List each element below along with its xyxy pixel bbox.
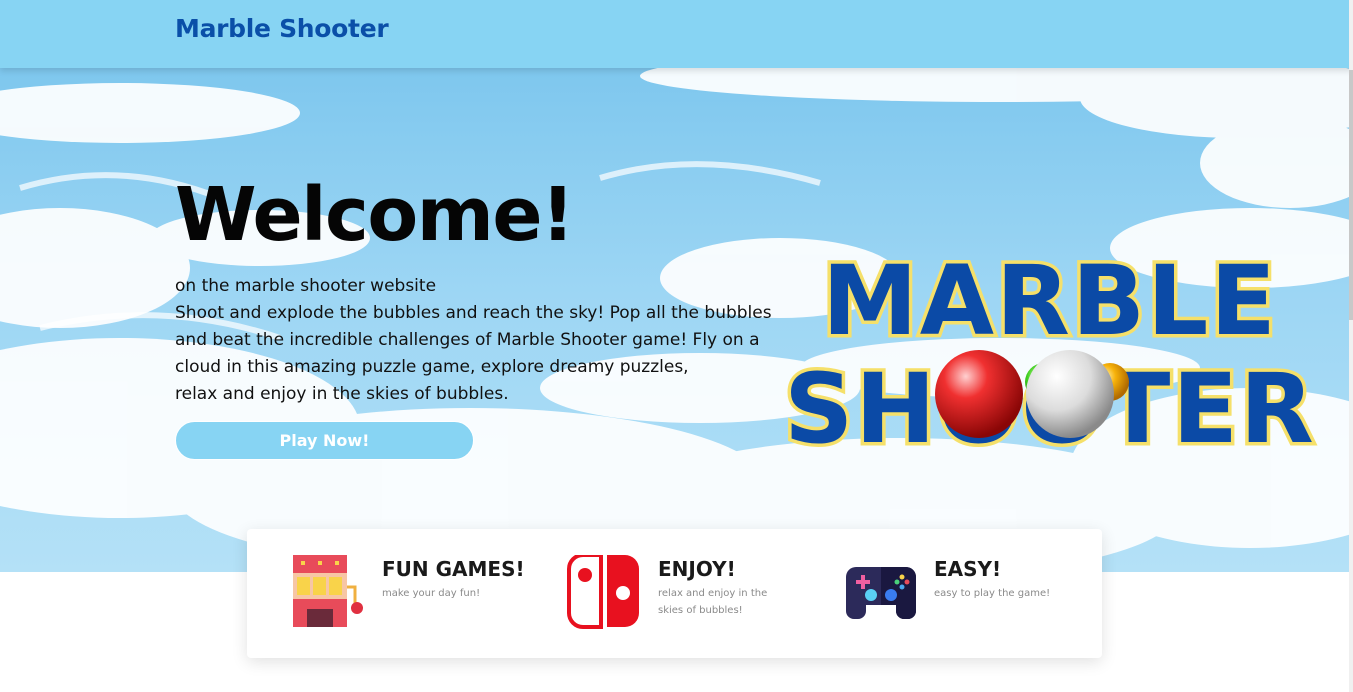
hero-section: Welcome! on the marble shooter website S…: [0, 68, 1353, 572]
navbar: Marble Shooter: [0, 0, 1353, 68]
feature-title: EASY!: [934, 557, 1002, 581]
feature-enjoy: ENJOY! relax and enjoy in the skies of b…: [567, 529, 827, 658]
play-now-button[interactable]: Play Now!: [175, 421, 474, 460]
gamepad-icon: [846, 567, 916, 619]
feature-desc: easy to play the game!: [934, 588, 1051, 599]
feature-fun-games: FUN GAMES! make your day fun!: [291, 529, 551, 658]
feature-desc: make your day fun!: [382, 588, 481, 599]
slot-machine-icon: [293, 555, 363, 627]
intro-text: on the marble shooter website Shoot and …: [175, 273, 825, 408]
intro-line: cloud in this amazing puzzle game, explo…: [175, 357, 689, 377]
feature-easy: EASY! easy to play the game!: [844, 529, 1084, 658]
intro-line: and beat the incredible challenges of Ma…: [175, 330, 760, 350]
feature-title: ENJOY!: [658, 557, 736, 581]
logo-line-1: MARBLE: [822, 245, 1278, 357]
intro-line: relax and enjoy in the skies of bubbles.: [175, 384, 509, 404]
marble-shooter-logo: MARBLE SHOOTER: [781, 242, 1318, 457]
game-console-icon: [567, 555, 639, 629]
features-card: FUN GAMES! make your day fun! ENJOY! rel…: [247, 529, 1102, 658]
feature-desc: relax and enjoy in the skies of bubbles!: [658, 588, 768, 616]
scrollbar-thumb[interactable]: [1349, 70, 1353, 320]
brand-link[interactable]: Marble Shooter: [175, 14, 389, 43]
scrollbar[interactable]: [1349, 0, 1353, 692]
feature-title: FUN GAMES!: [382, 557, 525, 581]
welcome-heading: Welcome!: [175, 172, 575, 258]
intro-line: Shoot and explode the bubbles and reach …: [175, 303, 772, 323]
intro-line: on the marble shooter website: [175, 276, 437, 296]
